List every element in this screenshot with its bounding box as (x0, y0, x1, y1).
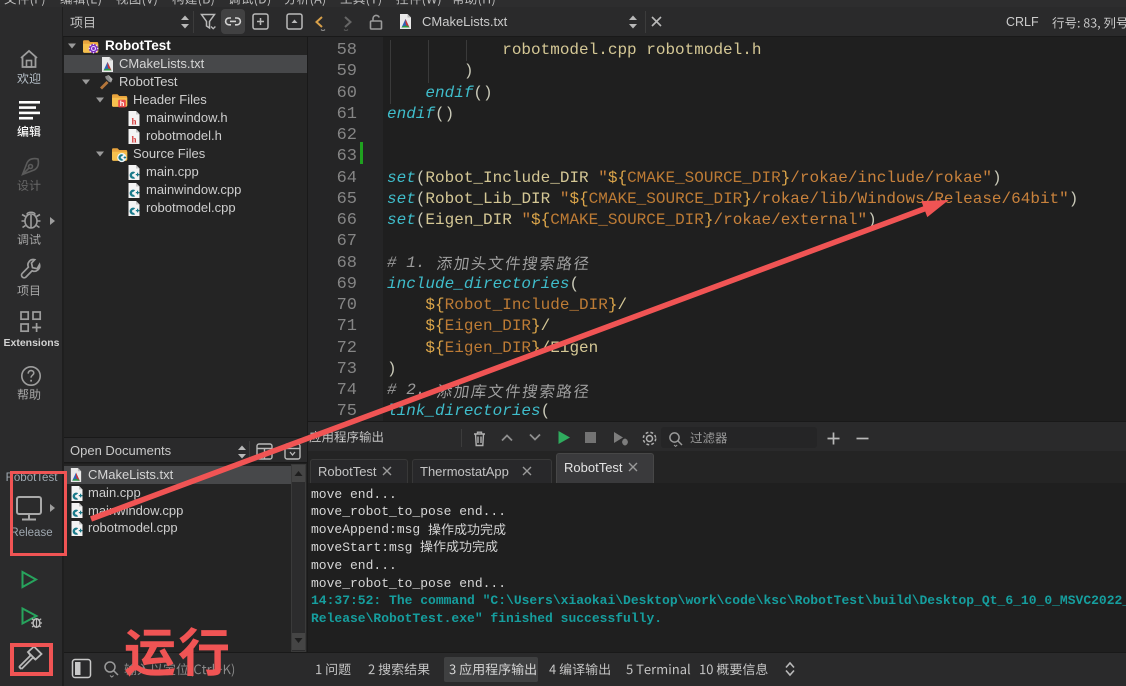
svg-text:h: h (131, 135, 136, 145)
svg-text:h: h (131, 117, 136, 127)
svg-text:h: h (120, 99, 125, 108)
